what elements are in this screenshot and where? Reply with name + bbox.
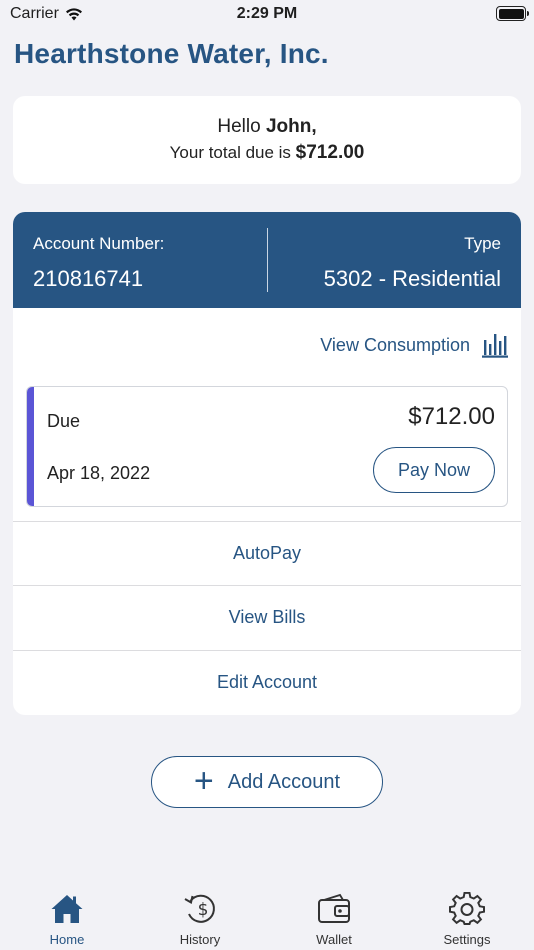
- wallet-icon: [318, 893, 350, 923]
- page-title: Hearthstone Water, Inc.: [14, 38, 329, 69]
- bill-due-date: Apr 18, 2022: [47, 463, 151, 483]
- bill-summary: Due Apr 18, 2022 $712.00 Pay Now: [26, 386, 508, 507]
- autopay-label: AutoPay: [232, 543, 302, 563]
- add-account-label: Add Account: [227, 770, 341, 793]
- account-header: Account Number: 210816741 Type 5302 - Re…: [13, 212, 521, 308]
- tab-home-label: Home: [49, 932, 85, 947]
- battery-icon: [496, 6, 529, 21]
- tab-settings[interactable]: Settings: [417, 892, 517, 947]
- bill-accent-bar: [27, 387, 34, 506]
- view-bills-button[interactable]: View Bills: [13, 585, 521, 649]
- plus-icon: +: [193, 761, 214, 800]
- header-divider: [267, 228, 268, 292]
- account-card: Account Number: 210816741 Type 5302 - Re…: [13, 212, 521, 715]
- tab-settings-label: Settings: [443, 932, 491, 947]
- autopay-button[interactable]: AutoPay: [13, 521, 521, 585]
- tab-bar: Home $ History Wallet Settings: [0, 880, 534, 950]
- status-time: 2:29 PM: [236, 5, 298, 22]
- account-type-label: Type: [464, 234, 501, 253]
- greeting-name: John,: [265, 116, 317, 137]
- settings-icon: [449, 892, 485, 925]
- bill-status-label: Due: [47, 411, 81, 431]
- status-bar: Carrier 2:29 PM: [0, 0, 534, 30]
- edit-account-button[interactable]: Edit Account: [13, 650, 521, 714]
- account-number-block: Account Number: 210816741: [33, 234, 164, 292]
- history-icon: $: [184, 894, 215, 923]
- pay-now-button[interactable]: Pay Now: [373, 447, 495, 493]
- tab-history-label: History: [179, 932, 221, 947]
- edit-account-label: Edit Account: [216, 672, 318, 692]
- bill-amount: $712.00: [408, 403, 495, 430]
- greeting-hello: Hello: [217, 116, 261, 137]
- view-consumption-label: View Consumption: [320, 334, 470, 355]
- total-due-amount: $712.00: [295, 142, 365, 163]
- view-bills-label: View Bills: [228, 607, 306, 627]
- tab-home[interactable]: Home: [17, 892, 117, 947]
- add-account-button[interactable]: + Add Account: [151, 756, 383, 808]
- account-type-value: 5302 - Residential: [323, 266, 501, 291]
- total-due-line: Your total due is $712.00: [13, 142, 521, 164]
- tab-wallet-label: Wallet: [316, 932, 352, 947]
- tab-wallet[interactable]: Wallet: [284, 892, 384, 947]
- account-number-label: Account Number:: [33, 234, 165, 253]
- greeting-card: Hello John, Your total due is $712.00: [13, 96, 521, 184]
- account-number-value: 210816741: [33, 266, 144, 291]
- bar-chart-icon: [482, 334, 508, 358]
- tab-history[interactable]: $ History: [150, 892, 250, 947]
- svg-text:$: $: [198, 900, 209, 920]
- view-consumption-link[interactable]: View Consumption: [320, 332, 508, 358]
- account-type-block: Type 5302 - Residential: [324, 234, 501, 292]
- home-icon: [51, 895, 83, 923]
- total-due-text: Your total due is: [169, 143, 291, 162]
- greeting-line: Hello John,: [13, 116, 521, 138]
